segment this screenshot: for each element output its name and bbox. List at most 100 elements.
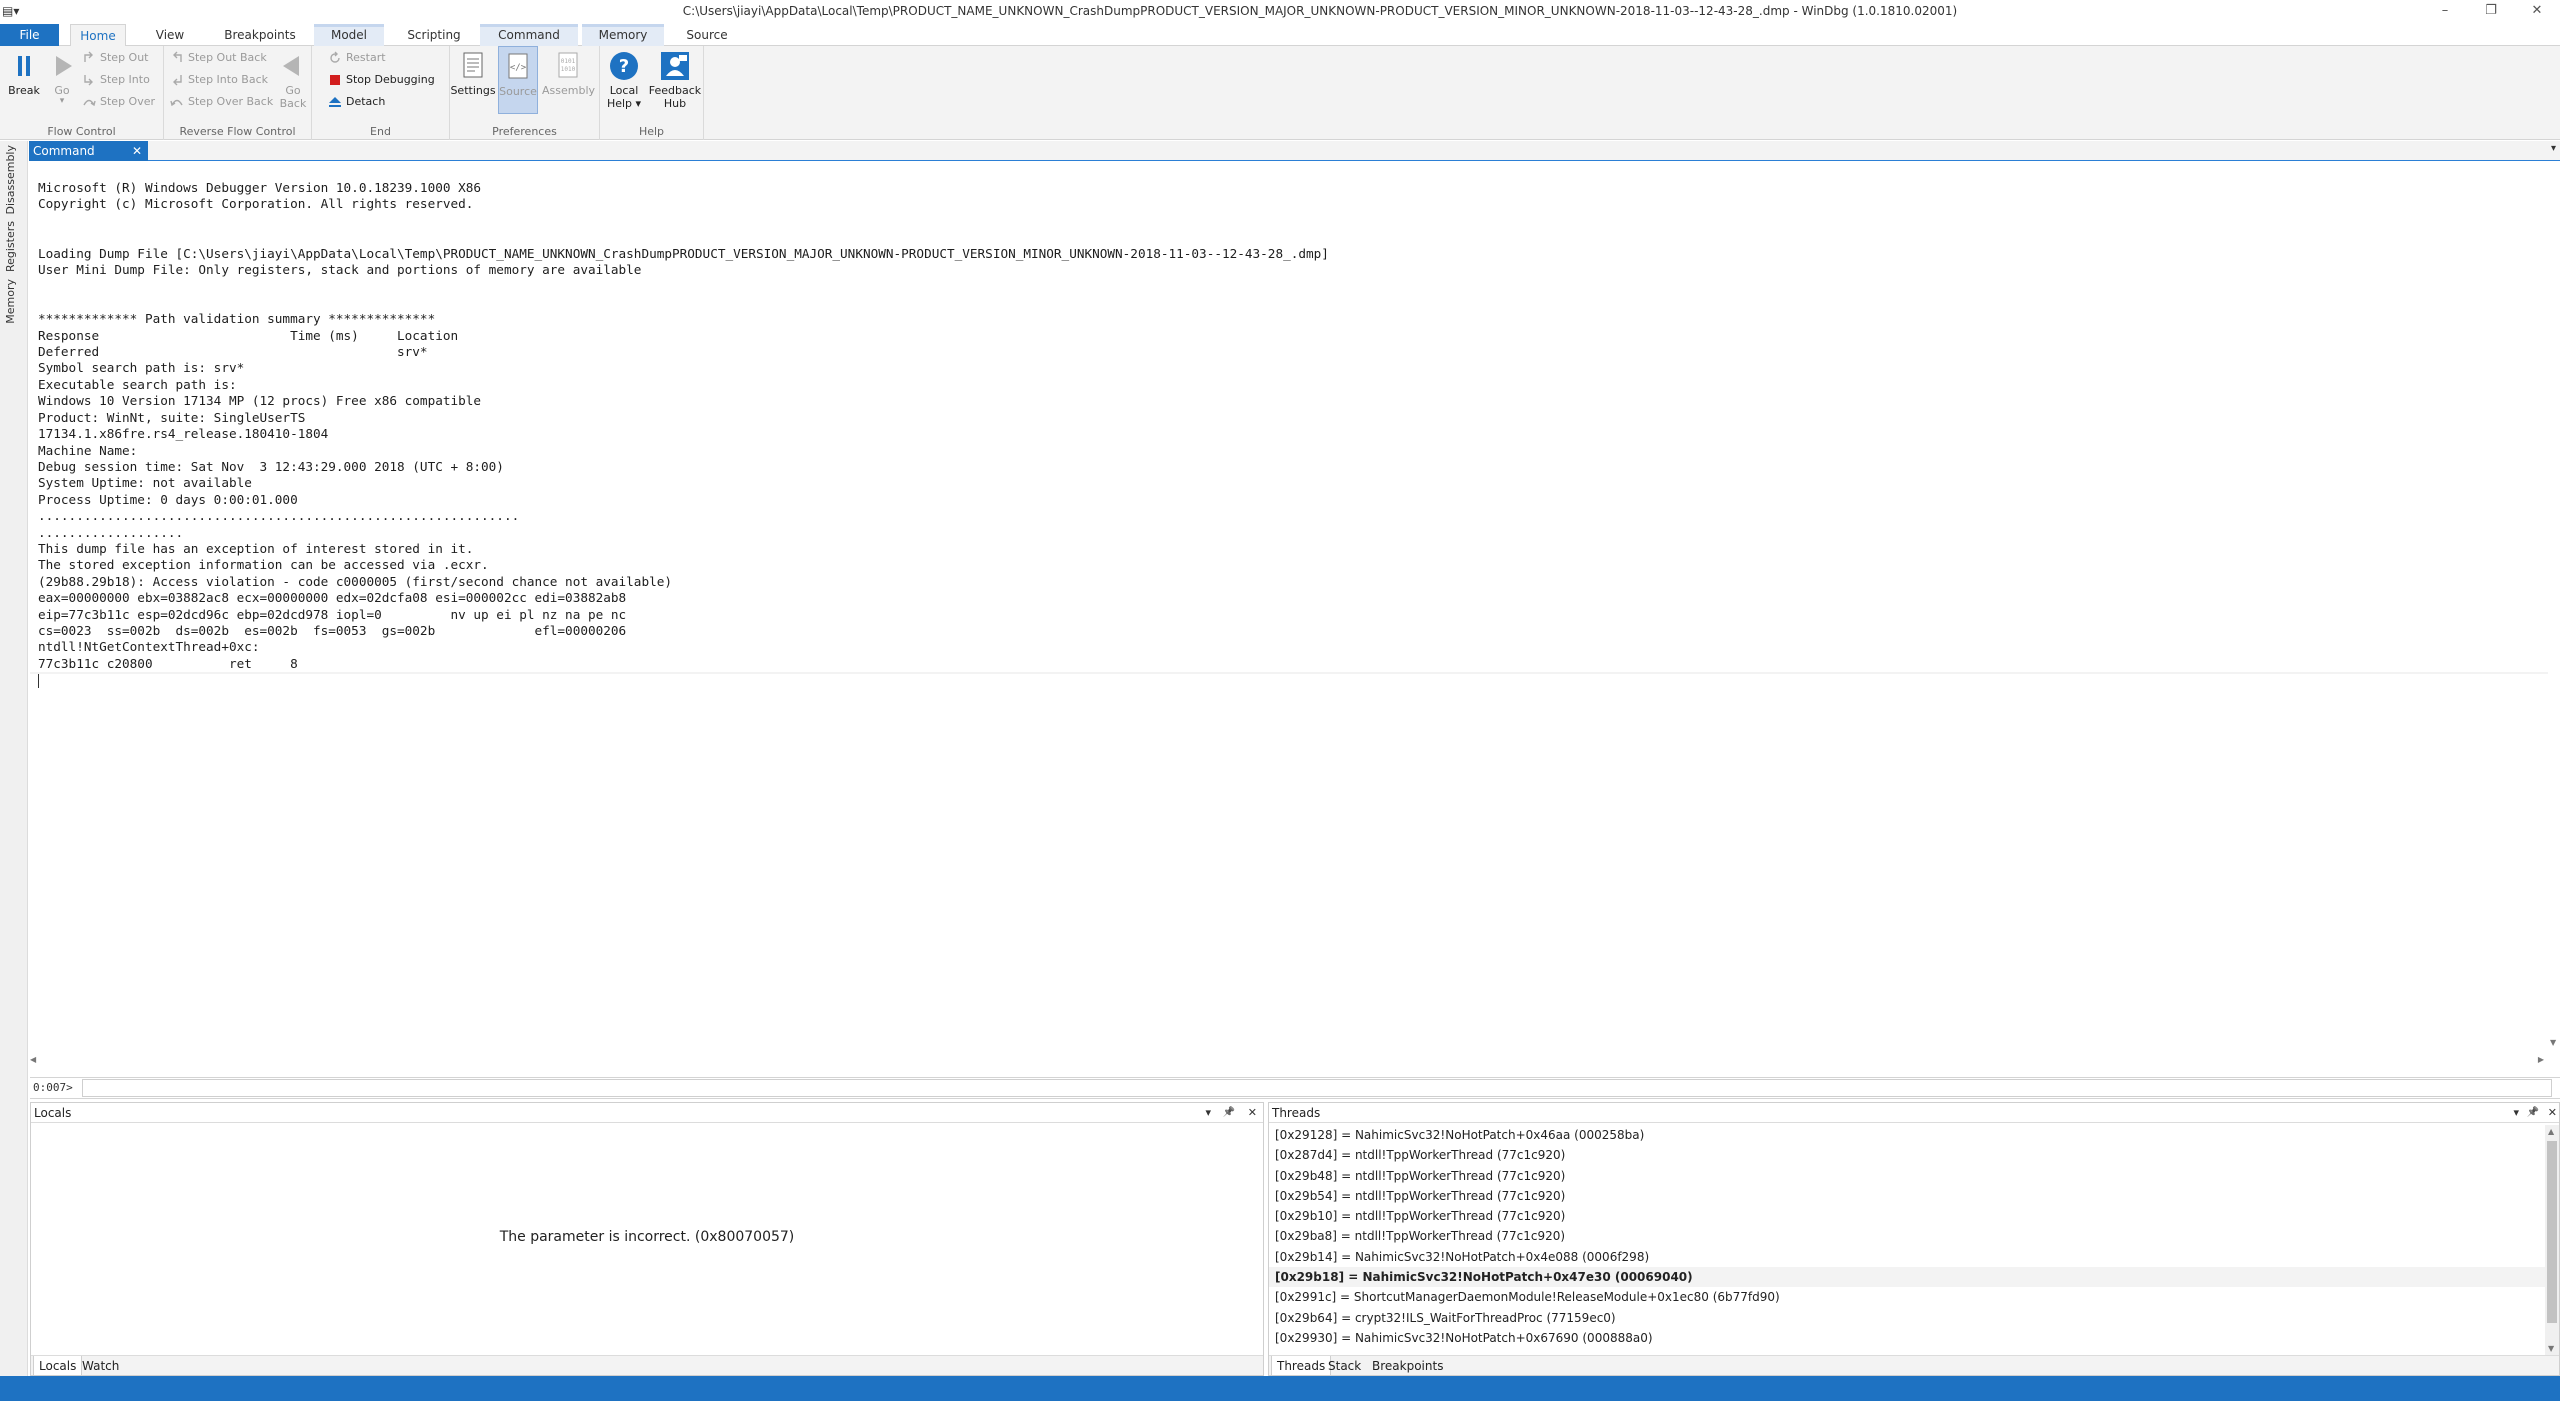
thread-row[interactable]: [0x29128] = NahimicSvc32!NoHotPatch+0x46… [1269, 1125, 2545, 1145]
locals-panel-tabs: Locals Watch [31, 1355, 1263, 1376]
step-over-button[interactable]: Step Over [82, 92, 155, 112]
minimize-button[interactable]: – [2422, 0, 2468, 24]
command-output[interactable]: Microsoft (R) Windows Debugger Version 1… [30, 162, 2548, 672]
panel-menu-button[interactable]: ▾ [1205, 1103, 1211, 1123]
group-help: ? Local Help ▾ Feedback Hub Help [600, 46, 704, 140]
ribbon-tab-bar: File Home View Breakpoints Model Scripti… [0, 24, 2560, 47]
settings-button[interactable]: Settings [450, 50, 496, 97]
restart-button[interactable]: Restart [328, 48, 386, 68]
prompt-label: 0:007> [33, 1081, 73, 1094]
close-icon[interactable]: ✕ [2548, 1103, 2557, 1123]
thread-row[interactable]: [0x29b54] = ntdll!TppWorkerThread (77c1c… [1269, 1186, 2545, 1206]
tab-command-window[interactable]: Command ✕ [29, 141, 148, 161]
text-caret [38, 674, 39, 688]
step-out-button[interactable]: Step Out [82, 48, 149, 68]
threads-panel-tabs: Threads Stack Breakpoints [1269, 1355, 2559, 1376]
close-icon[interactable]: ✕ [132, 141, 142, 161]
step-over-back-icon [170, 95, 184, 109]
tab-breakpoints[interactable]: Breakpoints [216, 24, 304, 46]
go-back-icon [277, 50, 309, 82]
thread-row[interactable]: [0x29930] = NahimicSvc32!NoHotPatch+0x67… [1269, 1328, 2545, 1348]
thread-row[interactable]: [0x287d4] = ntdll!TppWorkerThread (77c1c… [1269, 1145, 2545, 1165]
scroll-down-arrow-icon[interactable]: ▼ [2550, 1038, 2556, 1047]
step-into-button[interactable]: Step Into [82, 70, 150, 90]
thread-list: [0x29128] = NahimicSvc32!NoHotPatch+0x46… [1269, 1125, 2545, 1355]
side-tab-memory[interactable]: Memory [4, 279, 17, 324]
scroll-right-arrow-icon[interactable]: ▶ [2538, 1055, 2544, 1064]
feedback-hub-icon [659, 50, 691, 82]
thread-row[interactable]: [0x29b14] = NahimicSvc32!NoHotPatch+0x4e… [1269, 1247, 2545, 1267]
tab-list-dropdown[interactable]: ▾ [2551, 143, 2556, 154]
tab-view[interactable]: View [140, 24, 200, 46]
thread-row[interactable]: [0x29b64] = crypt32!ILS_WaitForThreadPro… [1269, 1308, 2545, 1328]
side-tab-disassembly[interactable]: Disassembly [4, 145, 17, 215]
command-prompt-bar: 0:007> [30, 1077, 2560, 1099]
stop-debugging-button[interactable]: Stop Debugging [328, 70, 435, 90]
feedback-hub-button[interactable]: Feedback Hub [648, 50, 702, 110]
group-reverse-flow-control: Step Out Back Step Into Back Step Over B… [164, 46, 312, 140]
step-out-back-button[interactable]: Step Out Back [170, 48, 267, 68]
local-help-button[interactable]: ? Local Help ▾ [602, 50, 646, 110]
step-into-back-icon [170, 73, 184, 87]
go-button[interactable]: Go ▾ [44, 50, 80, 106]
source-mode-button[interactable]: </> Source [498, 46, 538, 114]
tab-source[interactable]: Source [676, 24, 738, 46]
svg-text:0101: 0101 [561, 58, 576, 65]
tab-memory[interactable]: Memory [582, 24, 664, 46]
thread-row-current[interactable]: [0x29b18] = NahimicSvc32!NoHotPatch+0x47… [1269, 1267, 2545, 1288]
close-icon[interactable]: ✕ [1248, 1103, 1257, 1123]
group-label: Reverse Flow Control [179, 125, 296, 138]
thread-row[interactable]: [0x29ba8] = ntdll!TppWorkerThread (77c1c… [1269, 1226, 2545, 1246]
locals-error-message: The parameter is incorrect. (0x80070057) [499, 1229, 795, 1245]
output-vertical-scrollbar[interactable]: ▼ [2548, 162, 2560, 1052]
thread-row[interactable]: [0x2991c] = ShortcutManagerDaemonModule!… [1269, 1287, 2545, 1307]
tab-stack[interactable]: Stack [1323, 1356, 1366, 1376]
scrollbar-thumb[interactable] [2547, 1141, 2557, 1323]
eject-icon [328, 95, 342, 109]
restart-icon [328, 51, 342, 65]
panel-menu-button[interactable]: ▾ [2513, 1103, 2519, 1123]
output-horizontal-scrollbar[interactable]: ◀ ▶ [30, 1055, 2548, 1067]
locals-panel: Locals ▾ 📌 ✕ The parameter is incorrect.… [30, 1102, 1264, 1376]
close-button[interactable]: ✕ [2514, 0, 2560, 24]
document-tab-bar: Command ✕ ▾ [29, 141, 2560, 161]
tab-locals[interactable]: Locals [33, 1356, 83, 1376]
assembly-mode-button[interactable]: 0101 1010 Assembly [542, 50, 595, 97]
scroll-up-arrow-icon[interactable]: ▲ [2548, 1127, 2554, 1136]
threads-panel: Threads ▾ 📌 ✕ [0x29128] = NahimicSvc32!N… [1268, 1102, 2560, 1376]
thread-row[interactable]: [0x29b48] = ntdll!TppWorkerThread (77c1c… [1269, 1166, 2545, 1186]
threads-panel-header: Threads ▾ 📌 ✕ [1269, 1103, 2559, 1123]
tab-file[interactable]: File [0, 24, 59, 46]
step-over-back-button[interactable]: Step Over Back [170, 92, 273, 112]
tab-scripting[interactable]: Scripting [398, 24, 470, 46]
step-into-back-button[interactable]: Step Into Back [170, 70, 268, 90]
output-text: Microsoft (R) Windows Debugger Version 1… [38, 180, 1329, 671]
restore-button[interactable]: ❐ [2468, 0, 2514, 24]
thread-row[interactable]: [0x29b10] = ntdll!TppWorkerThread (77c1c… [1269, 1206, 2545, 1226]
scroll-left-arrow-icon[interactable]: ◀ [30, 1055, 36, 1064]
tab-model[interactable]: Model [314, 24, 384, 46]
group-label: Preferences [492, 125, 557, 138]
tab-watch[interactable]: Watch [77, 1356, 124, 1376]
break-button[interactable]: Break [4, 50, 44, 97]
tab-breakpoints-panel[interactable]: Breakpoints [1367, 1356, 1448, 1376]
panel-title: Threads [1272, 1106, 1321, 1120]
step-out-back-icon [170, 51, 184, 65]
side-tab-registers[interactable]: Registers [4, 221, 17, 272]
side-tab-strip: Disassembly Registers Memory [0, 141, 28, 1376]
group-label: End [370, 125, 391, 138]
group-label: Help [638, 125, 665, 138]
thread-list-scrollbar[interactable]: ▲ ▼ [2545, 1125, 2559, 1355]
title-bar: ▤▾ C:\Users\jiayi\AppData\Local\Temp\PRO… [0, 0, 2560, 24]
locals-panel-header: Locals ▾ 📌 ✕ [31, 1103, 1263, 1123]
tab-home[interactable]: Home [70, 24, 126, 47]
pin-icon[interactable]: 📌 [2527, 1103, 2539, 1123]
scroll-down-arrow-icon[interactable]: ▼ [2548, 1344, 2554, 1353]
go-back-button[interactable]: Go Back [276, 50, 310, 110]
pin-icon[interactable]: 📌 [1223, 1103, 1235, 1123]
help-icon: ? [608, 50, 640, 82]
assembly-icon: 0101 1010 [552, 50, 584, 82]
command-input[interactable] [82, 1079, 2552, 1097]
detach-button[interactable]: Detach [328, 92, 385, 112]
tab-command[interactable]: Command [480, 24, 578, 46]
